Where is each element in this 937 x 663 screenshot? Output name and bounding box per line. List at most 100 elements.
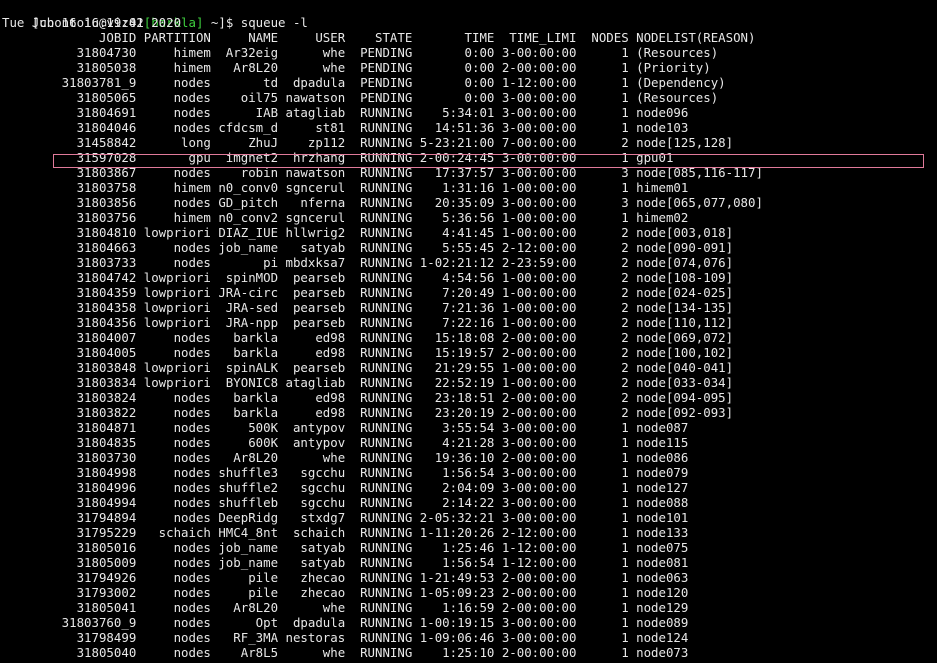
cell-time: 2-05:32:21 [412,510,495,525]
cell-name: 500K [210,420,279,435]
cell-name: RF_3MA [210,630,279,645]
cell-partition: nodes [136,630,211,645]
cell-user: sgncerul [278,210,346,225]
cell-partition: nodes [136,345,211,360]
cell-nodes: 1 [576,60,629,75]
terminal-window[interactable]: [cbontoiu@viz01[barkla] ~]$ squeue -l Tu… [2,0,935,663]
cell-nodes: 1 [576,150,629,165]
table-row: 31805041 nodes Ar8L20 whe RUNNING 1:16:5… [2,600,689,615]
cell-limit: 2-00:00:00 [494,390,577,405]
cell-partition: nodes [136,105,211,120]
cell-user: nawatson [278,165,346,180]
cell-jobid: 31803781_9 [2,75,137,90]
cell-time: 1-02:21:12 [412,255,495,270]
cell-nodelist: node096 [628,105,689,120]
cell-nodelist: (Resources) [628,90,719,105]
cell-user: sgcchu [278,465,346,480]
cell-jobid: 31804005 [2,345,137,360]
cell-state: RUNNING [345,570,413,585]
cell-time: 1:56:54 [412,555,495,570]
table-row: 31804663 nodes job_name satyab RUNNING 5… [2,240,734,255]
cell-time: 23:20:19 [412,405,495,420]
cell-nodelist: node086 [628,450,689,465]
cell-limit: 2-00:00:00 [494,60,577,75]
cell-state: RUNNING [345,465,413,480]
cell-partition: nodes [136,480,211,495]
cell-partition: nodes [136,510,211,525]
cell-user: pearseb [278,300,346,315]
cell-nodelist: node073 [628,645,689,660]
column-header-line: JOBID PARTITION NAME USER STATE TIME TIM… [2,30,756,45]
cell-time: 2:14:22 [412,495,495,510]
cell-state: RUNNING [345,615,413,630]
cell-jobid: 31803822 [2,405,137,420]
cell-nodelist: node[100,102] [628,345,734,360]
cell-user: atagliab [278,375,346,390]
cell-time: 1-21:49:53 [412,570,495,585]
cell-limit: 1-00:00:00 [494,300,577,315]
cell-nodelist: node[085,116-117] [628,165,763,180]
cell-name: JRA-npp [210,315,279,330]
cell-limit: 3-00:00:00 [494,630,577,645]
cell-nodes: 1 [576,495,629,510]
cell-jobid: 31804359 [2,285,137,300]
table-row: 31458842 long ZhuJ zp112 RUNNING 5-23:21… [2,135,734,150]
cell-limit: 1-12:00:00 [494,540,577,555]
cell-nodes: 1 [576,90,629,105]
cell-partition: nodes [136,570,211,585]
cell-partition: himem [136,45,211,60]
cell-state: RUNNING [345,450,413,465]
column-header: TIME [412,30,495,45]
cell-user: satyab [278,555,346,570]
cell-user: whe [278,645,346,660]
cell-nodelist: node[094-095] [628,390,734,405]
cell-user: zp112 [278,135,346,150]
table-row: 31804871 nodes 500K antypov RUNNING 3:55… [2,420,689,435]
cell-state: RUNNING [345,180,413,195]
cell-name: job_name [210,240,279,255]
cell-partition: nodes [136,330,211,345]
cell-limit: 3-00:00:00 [494,465,577,480]
cell-limit: 1-00:00:00 [494,180,577,195]
cell-time: 1-11:20:26 [412,525,495,540]
cell-limit: 3-00:00:00 [494,495,577,510]
cell-state: PENDING [345,60,413,75]
cell-jobid: 31803758 [2,180,137,195]
cell-partition: nodes [136,495,211,510]
cell-jobid: 31804810 [2,225,137,240]
cell-user: pearseb [278,270,346,285]
table-row: 31804046 nodes cfdcsm_d st81 RUNNING 14:… [2,120,689,135]
cell-nodelist: node[134-135] [628,300,734,315]
cell-nodelist: node[065,077,080] [628,195,763,210]
cell-user: dpadula [278,615,346,630]
table-row: 31805016 nodes job_name satyab RUNNING 1… [2,540,689,555]
cell-limit: 1-00:00:00 [494,285,577,300]
cell-state: RUNNING [345,510,413,525]
cell-limit: 2-00:00:00 [494,345,577,360]
cell-user: sgcchu [278,495,346,510]
cell-jobid: 31805041 [2,600,137,615]
cell-nodes: 2 [576,300,629,315]
cell-time: 4:41:45 [412,225,495,240]
cell-nodes: 1 [576,645,629,660]
cell-user: pearseb [278,285,346,300]
cell-state: RUNNING [345,540,413,555]
cell-time: 4:21:28 [412,435,495,450]
cell-nodelist: node[024-025] [628,285,734,300]
cell-state: RUNNING [345,285,413,300]
cell-limit: 1-00:00:00 [494,375,577,390]
cell-user: nestoras [278,630,346,645]
cell-state: RUNNING [345,435,413,450]
cell-state: RUNNING [345,210,413,225]
cell-state: RUNNING [345,390,413,405]
cell-limit: 3-00:00:00 [494,90,577,105]
table-row: 31803758 himem n0_conv0 sgncerul RUNNING… [2,180,689,195]
cell-time: 19:36:10 [412,450,495,465]
cell-jobid: 31803848 [2,360,137,375]
cell-nodelist: node089 [628,615,689,630]
cell-jobid: 31793002 [2,585,137,600]
cell-user: zhecao [278,570,346,585]
cell-state: RUNNING [345,105,413,120]
cell-state: RUNNING [345,240,413,255]
cell-time: 5:36:56 [412,210,495,225]
